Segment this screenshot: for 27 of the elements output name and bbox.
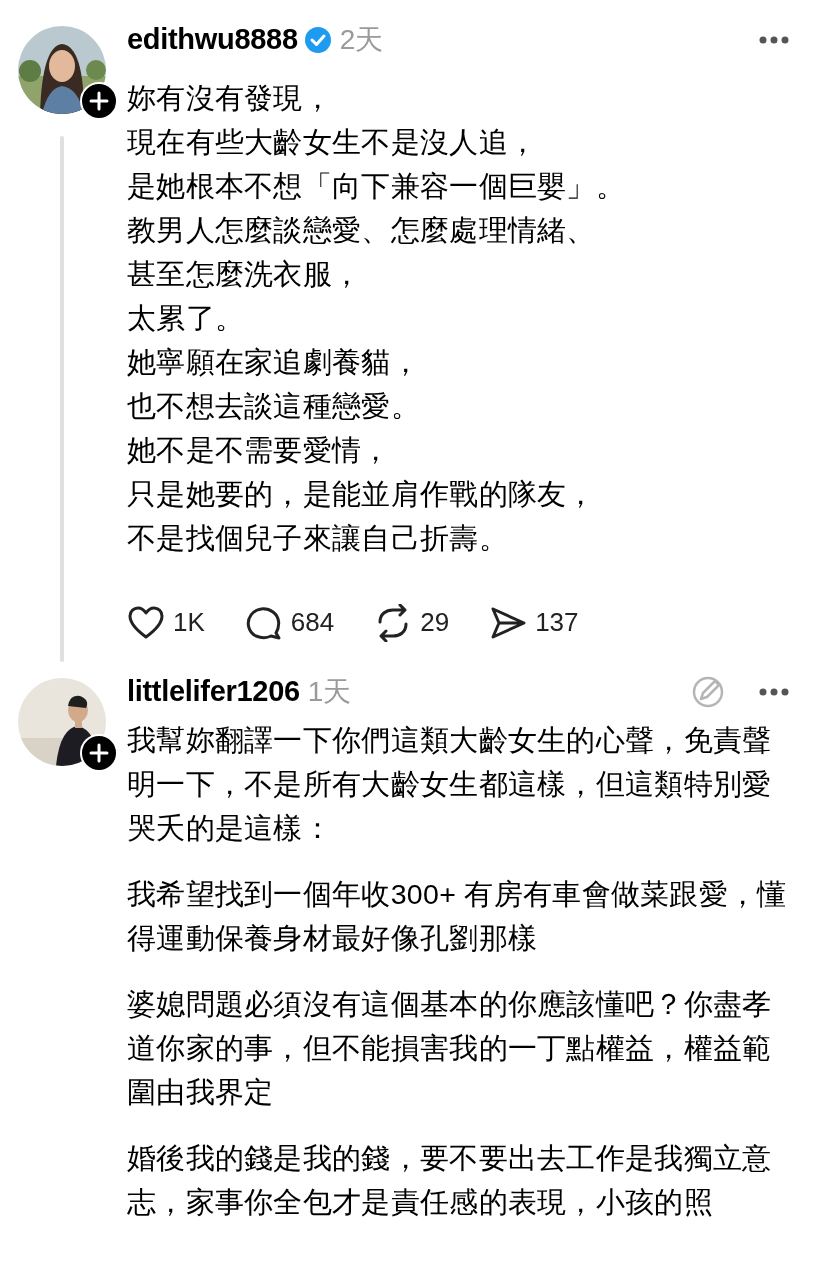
share-button[interactable]: 137: [489, 603, 579, 642]
post-text-line: 甚至怎麼洗衣服，: [127, 257, 363, 292]
post-text-line: 現在有些大齡女生不是沒人追，: [127, 125, 539, 160]
post-text: 我希望找到一個年收300+ 有房有車會做菜跟愛，懂得運動保養身材最好像孔劉那樣: [127, 877, 788, 956]
post-text-line: 妳有沒有發現，: [127, 81, 334, 116]
more-options-icon[interactable]: [759, 688, 789, 696]
post-text: 婆媳問題必須沒有這個基本的你應該懂吧？你盡孝道你家的事，但不能損害我的一丁點權益，權益範圍由我界定: [127, 987, 773, 1110]
post-text-line: 也不想去談這種戀愛。: [127, 389, 421, 424]
post-text-line: 太累了。: [127, 301, 246, 336]
post-time: 1天: [307, 675, 352, 709]
username[interactable]: edithwu8888: [127, 18, 298, 62]
post-text-line: 她寧願在家追劇養貓，: [127, 345, 421, 380]
post-time: 2天: [339, 23, 384, 57]
follow-plus-icon[interactable]: [80, 82, 118, 120]
post-text: 我幫妳翻譯一下你們這類大齡女生的心聲，免責聲明一下，不是所有大齡女生都這樣，但這類特別愛哭夭的是這樣：: [127, 723, 773, 846]
follow-plus-icon[interactable]: [80, 734, 118, 772]
like-button[interactable]: 1K: [127, 603, 205, 642]
post-text-line: 教男人怎麼談戀愛、怎麼處理情緒、: [127, 213, 597, 248]
post-text-line: 不是找個兒子來讓自己折壽。: [127, 521, 509, 556]
repost-button[interactable]: 29: [374, 603, 450, 642]
post-text-line: 只是她要的，是能並肩作戰的隊友，: [127, 477, 597, 512]
post-text-line: 是她根本不想「向下兼容一個巨嬰」。: [127, 169, 627, 204]
username[interactable]: littlelifer1206: [127, 670, 300, 714]
more-options-icon[interactable]: [759, 36, 789, 44]
post-text: 婚後我的錢是我的錢，要不要出去工作是我獨立意志，家事你全包才是責任感的表現，小孩的照: [127, 1141, 773, 1220]
reply-button[interactable]: 684: [244, 603, 335, 642]
post-text-line: 她不是不需要愛情，: [127, 433, 392, 468]
